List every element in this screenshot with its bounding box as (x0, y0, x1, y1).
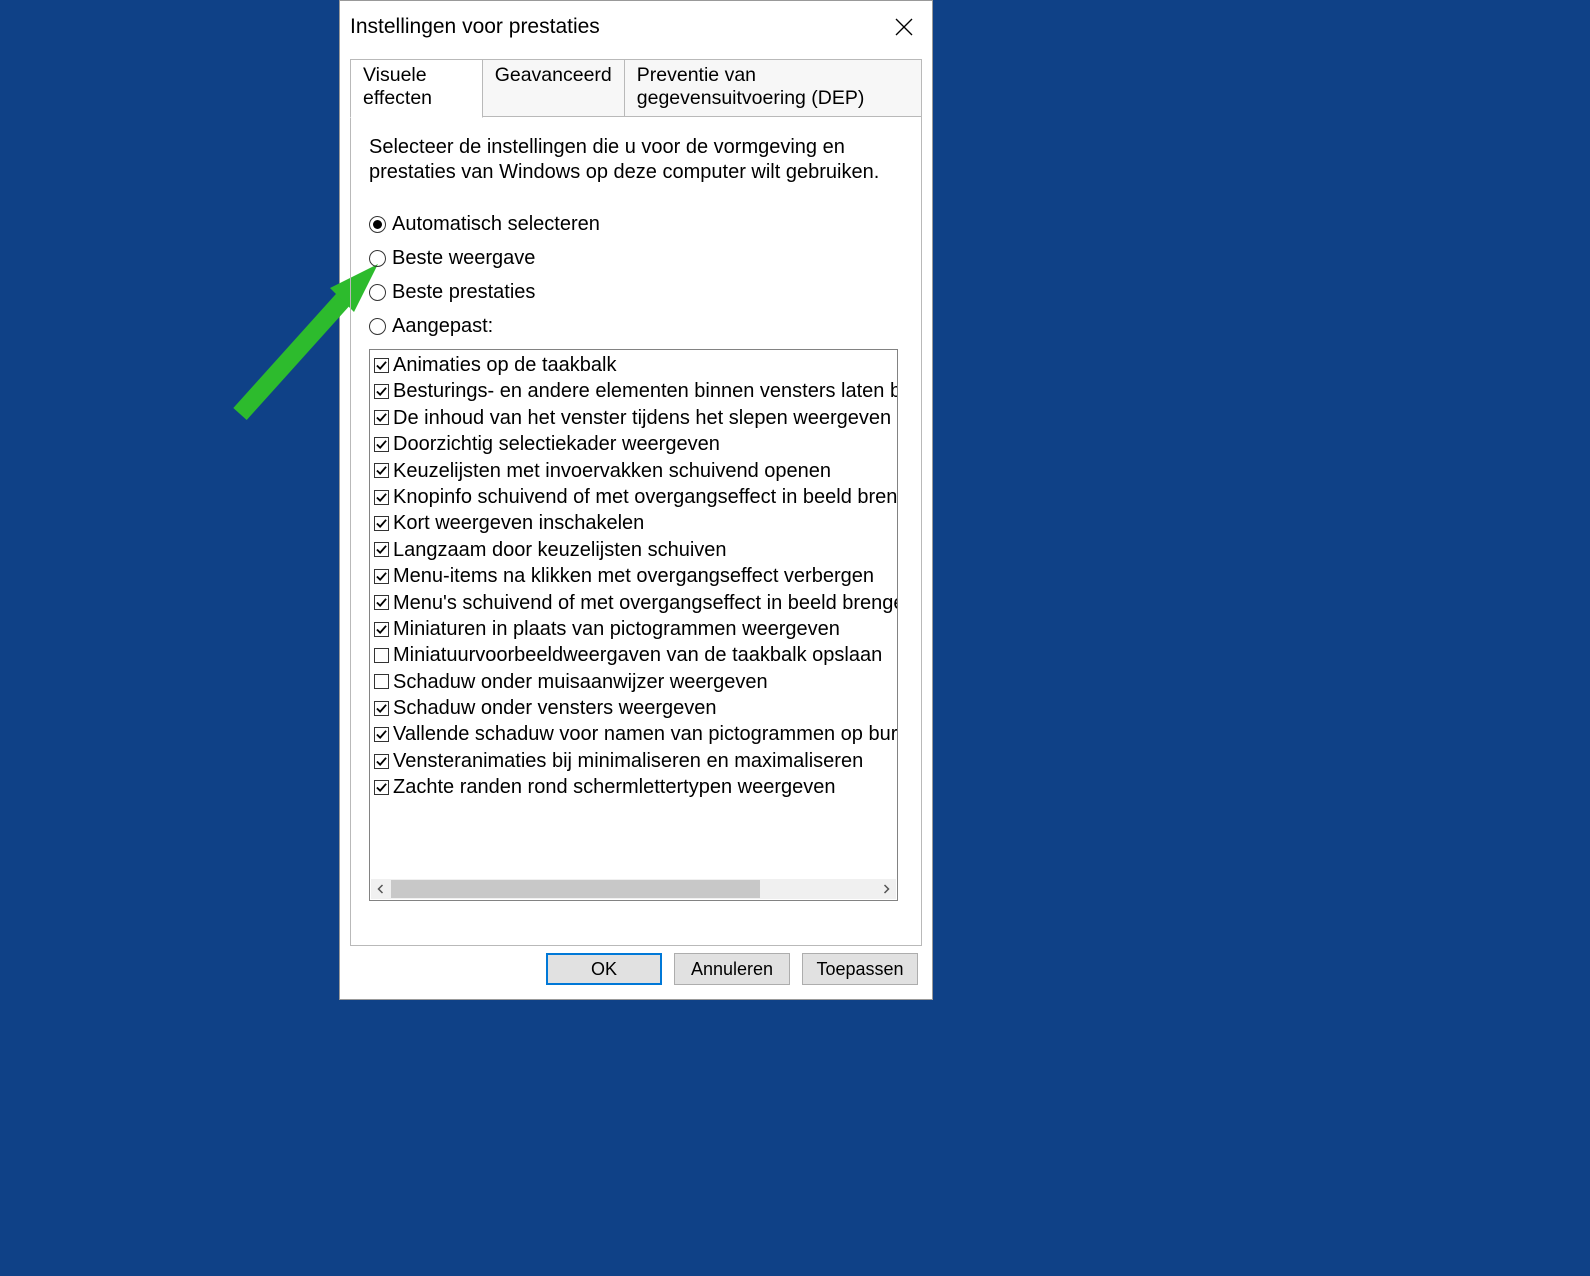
checkbox-icon[interactable] (374, 410, 389, 425)
checkbox-icon[interactable] (374, 780, 389, 795)
option-row[interactable]: Animaties op de taakbalk (374, 352, 893, 378)
checkbox-icon[interactable] (374, 463, 389, 478)
checkbox-icon[interactable] (374, 622, 389, 637)
option-row[interactable]: Kort weergeven inschakelen (374, 510, 893, 536)
button-label: Toepassen (816, 959, 903, 980)
checkbox-icon[interactable] (374, 648, 389, 663)
option-row[interactable]: Menu-items na klikken met overgangseffec… (374, 563, 893, 589)
checkbox-icon[interactable] (374, 437, 389, 452)
option-label: De inhoud van het venster tijdens het sl… (393, 405, 891, 431)
performance-options-dialog: Instellingen voor prestaties Visuele eff… (339, 0, 933, 1000)
option-label: Keuzelijsten met invoervakken schuivend … (393, 458, 831, 484)
option-row[interactable]: Miniaturen in plaats van pictogrammen we… (374, 616, 893, 642)
radio-best-appearance[interactable]: Beste weergave (369, 247, 903, 269)
option-label: Menu-items na klikken met overgangseffec… (393, 563, 874, 589)
tab-dep[interactable]: Preventie van gegevensuitvoering (DEP) (625, 59, 922, 117)
chevron-right-icon (881, 884, 891, 894)
checkbox-icon[interactable] (374, 384, 389, 399)
radio-icon (369, 318, 386, 335)
option-label: Schaduw onder vensters weergeven (393, 695, 717, 721)
option-row[interactable]: Vallende schaduw voor namen van pictogra… (374, 721, 893, 747)
window-title: Instellingen voor prestaties (350, 15, 600, 39)
close-button[interactable] (876, 1, 932, 53)
option-row[interactable]: Knopinfo schuivend of met overgangseffec… (374, 484, 893, 510)
option-label: Vallende schaduw voor namen van pictogra… (393, 721, 898, 747)
dialog-content: Visuele effecten Geavanceerd Preventie v… (340, 59, 932, 946)
checkbox-icon[interactable] (374, 701, 389, 716)
radio-icon (369, 216, 386, 233)
option-label: Miniaturen in plaats van pictogrammen we… (393, 616, 840, 642)
radio-label: Aangepast: (392, 315, 493, 337)
radio-label: Beste weergave (392, 247, 535, 269)
checkbox-icon[interactable] (374, 727, 389, 742)
option-label: Doorzichtig selectiekader weergeven (393, 431, 720, 457)
checkbox-icon[interactable] (374, 516, 389, 531)
radio-custom[interactable]: Aangepast: (369, 315, 903, 337)
titlebar: Instellingen voor prestaties (340, 1, 932, 53)
button-label: Annuleren (691, 959, 773, 980)
checkbox-icon[interactable] (374, 674, 389, 689)
effects-mode-radio-group: Automatisch selecteren Beste weergave Be… (369, 213, 903, 337)
ok-button[interactable]: OK (546, 953, 662, 985)
option-label: Langzaam door keuzelijsten schuiven (393, 537, 727, 563)
chevron-left-icon (376, 884, 386, 894)
cancel-button[interactable]: Annuleren (674, 953, 790, 985)
horizontal-scrollbar[interactable] (371, 879, 896, 899)
radio-label: Beste prestaties (392, 281, 535, 303)
apply-button[interactable]: Toepassen (802, 953, 918, 985)
option-row[interactable]: Vensteranimaties bij minimaliseren en ma… (374, 748, 893, 774)
scroll-right-button[interactable] (876, 879, 896, 899)
scroll-left-button[interactable] (371, 879, 391, 899)
option-label: Knopinfo schuivend of met overgangseffec… (393, 484, 898, 510)
checkbox-icon[interactable] (374, 569, 389, 584)
checkbox-icon[interactable] (374, 754, 389, 769)
close-icon (895, 18, 913, 36)
dialog-button-row: OK Annuleren Toepassen (546, 953, 918, 985)
radio-icon (369, 284, 386, 301)
tab-panel-visual-effects: Selecteer de instellingen die u voor de … (350, 116, 922, 946)
option-label: Besturings- en andere elementen binnen v… (393, 378, 898, 404)
option-label: Kort weergeven inschakelen (393, 510, 644, 536)
tab-label: Geavanceerd (495, 64, 612, 86)
radio-auto[interactable]: Automatisch selecteren (369, 213, 903, 235)
panel-description: Selecteer de instellingen die u voor de … (369, 135, 903, 185)
tab-label: Visuele effecten (363, 64, 432, 109)
option-row[interactable]: Menu's schuivend of met overgangseffect … (374, 590, 893, 616)
custom-options-listbox[interactable]: Animaties op de taakbalkBesturings- en a… (369, 349, 898, 901)
radio-label: Automatisch selecteren (392, 213, 600, 235)
option-label: Schaduw onder muisaanwijzer weergeven (393, 669, 768, 695)
scroll-track[interactable] (391, 879, 876, 899)
radio-icon (369, 250, 386, 267)
option-row[interactable]: Zachte randen rond schermlettertypen wee… (374, 774, 893, 800)
option-row[interactable]: Schaduw onder vensters weergeven (374, 695, 893, 721)
option-label: Vensteranimaties bij minimaliseren en ma… (393, 748, 863, 774)
checkbox-icon[interactable] (374, 358, 389, 373)
option-row[interactable]: Doorzichtig selectiekader weergeven (374, 431, 893, 457)
option-row[interactable]: Besturings- en andere elementen binnen v… (374, 378, 893, 404)
option-label: Menu's schuivend of met overgangseffect … (393, 590, 898, 616)
scroll-thumb[interactable] (391, 880, 760, 898)
option-label: Animaties op de taakbalk (393, 352, 616, 378)
checkbox-icon[interactable] (374, 542, 389, 557)
option-row[interactable]: Miniatuurvoorbeeldweergaven van de taakb… (374, 642, 893, 668)
tab-strip: Visuele effecten Geavanceerd Preventie v… (350, 59, 922, 117)
option-row[interactable]: Schaduw onder muisaanwijzer weergeven (374, 669, 893, 695)
tab-advanced[interactable]: Geavanceerd (483, 59, 625, 117)
option-row[interactable]: Keuzelijsten met invoervakken schuivend … (374, 458, 893, 484)
option-label: Zachte randen rond schermlettertypen wee… (393, 774, 835, 800)
checkbox-icon[interactable] (374, 490, 389, 505)
checkbox-icon[interactable] (374, 595, 389, 610)
tab-visual-effects[interactable]: Visuele effecten (350, 59, 483, 118)
option-row[interactable]: Langzaam door keuzelijsten schuiven (374, 537, 893, 563)
options-container: Animaties op de taakbalkBesturings- en a… (370, 350, 897, 803)
option-row[interactable]: De inhoud van het venster tijdens het sl… (374, 405, 893, 431)
radio-best-performance[interactable]: Beste prestaties (369, 281, 903, 303)
tab-group: Visuele effecten Geavanceerd Preventie v… (350, 59, 922, 946)
option-label: Miniatuurvoorbeeldweergaven van de taakb… (393, 642, 882, 668)
button-label: OK (591, 959, 617, 980)
tab-label: Preventie van gegevensuitvoering (DEP) (637, 64, 865, 109)
